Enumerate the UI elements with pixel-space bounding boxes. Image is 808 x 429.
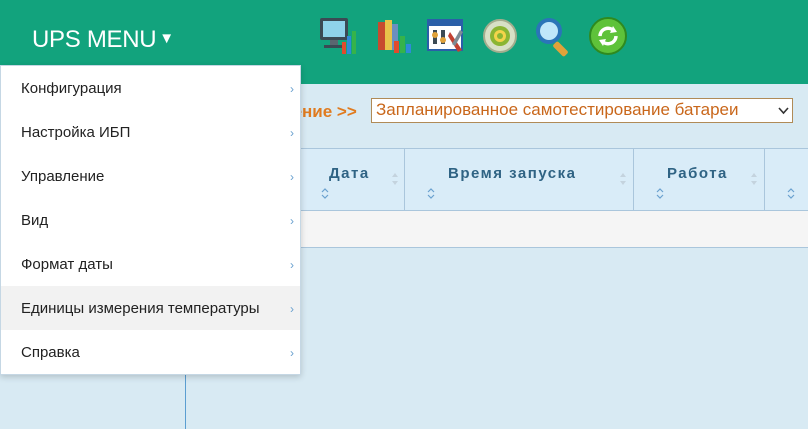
ups-menu-label: UPS MENU [32, 26, 157, 53]
column-operation[interactable]: Работа [634, 149, 765, 210]
sort-toggle-icon [321, 188, 329, 199]
ups-dropdown-menu: Конфигурация › Настройка ИБП › Управлени… [0, 65, 301, 375]
menu-item-label: Настройка ИБП [21, 123, 131, 141]
sort-toggle-icon [427, 188, 435, 199]
sort-toggle-icon [656, 188, 664, 199]
menu-item-control[interactable]: Управление › [1, 154, 300, 198]
chevron-right-icon: › [290, 126, 294, 140]
gear-icon[interactable] [476, 12, 524, 60]
column-date-label: Дата [329, 165, 370, 182]
event-type-value: Запланированное самотестирование батареи [376, 100, 739, 119]
monitor-chart-icon[interactable] [314, 12, 362, 60]
chevron-right-icon: › [290, 302, 294, 316]
column-extra[interactable] [765, 149, 808, 210]
search-icon[interactable] [530, 12, 578, 60]
chevron-right-icon: › [290, 82, 294, 96]
menu-item-help[interactable]: Справка › [1, 330, 300, 374]
toolbar [314, 12, 638, 60]
menu-item-label: Единицы измерения температуры [21, 299, 260, 317]
column-start-time-label: Время запуска [448, 165, 577, 182]
chevron-right-icon: › [290, 346, 294, 360]
menu-item-label: Справка [21, 343, 80, 361]
chevron-right-icon: › [290, 258, 294, 272]
menu-item-view[interactable]: Вид › [1, 198, 300, 242]
caret-down-icon: ▼ [159, 30, 174, 47]
chevron-right-icon: › [290, 214, 294, 228]
books-chart-icon[interactable] [368, 12, 416, 60]
column-start-time[interactable]: Время запуска [405, 149, 634, 210]
sort-toggle-icon [787, 188, 795, 199]
settings-window-icon[interactable] [422, 12, 470, 60]
menu-item-temperature-units[interactable]: Единицы измерения температуры › [1, 286, 300, 330]
menu-item-label: Конфигурация [21, 79, 122, 97]
chevron-down-icon [778, 107, 789, 115]
menu-item-label: Формат даты [21, 255, 113, 273]
menu-item-ups-settings[interactable]: Настройка ИБП › [1, 110, 300, 154]
menu-item-label: Управление [21, 167, 105, 185]
sort-icon [620, 173, 626, 185]
event-type-select[interactable]: Запланированное самотестирование батареи [371, 98, 793, 123]
menu-item-label: Вид [21, 211, 49, 229]
chevron-right-icon: › [290, 170, 294, 184]
sort-icon [392, 173, 398, 185]
sort-icon [751, 173, 757, 185]
menu-item-configuration[interactable]: Конфигурация › [1, 66, 300, 110]
column-operation-label: Работа [667, 165, 728, 182]
refresh-icon[interactable] [584, 12, 632, 60]
ups-menu-button[interactable]: UPS MENU ▼ [32, 26, 174, 54]
menu-item-date-format[interactable]: Формат даты › [1, 242, 300, 286]
